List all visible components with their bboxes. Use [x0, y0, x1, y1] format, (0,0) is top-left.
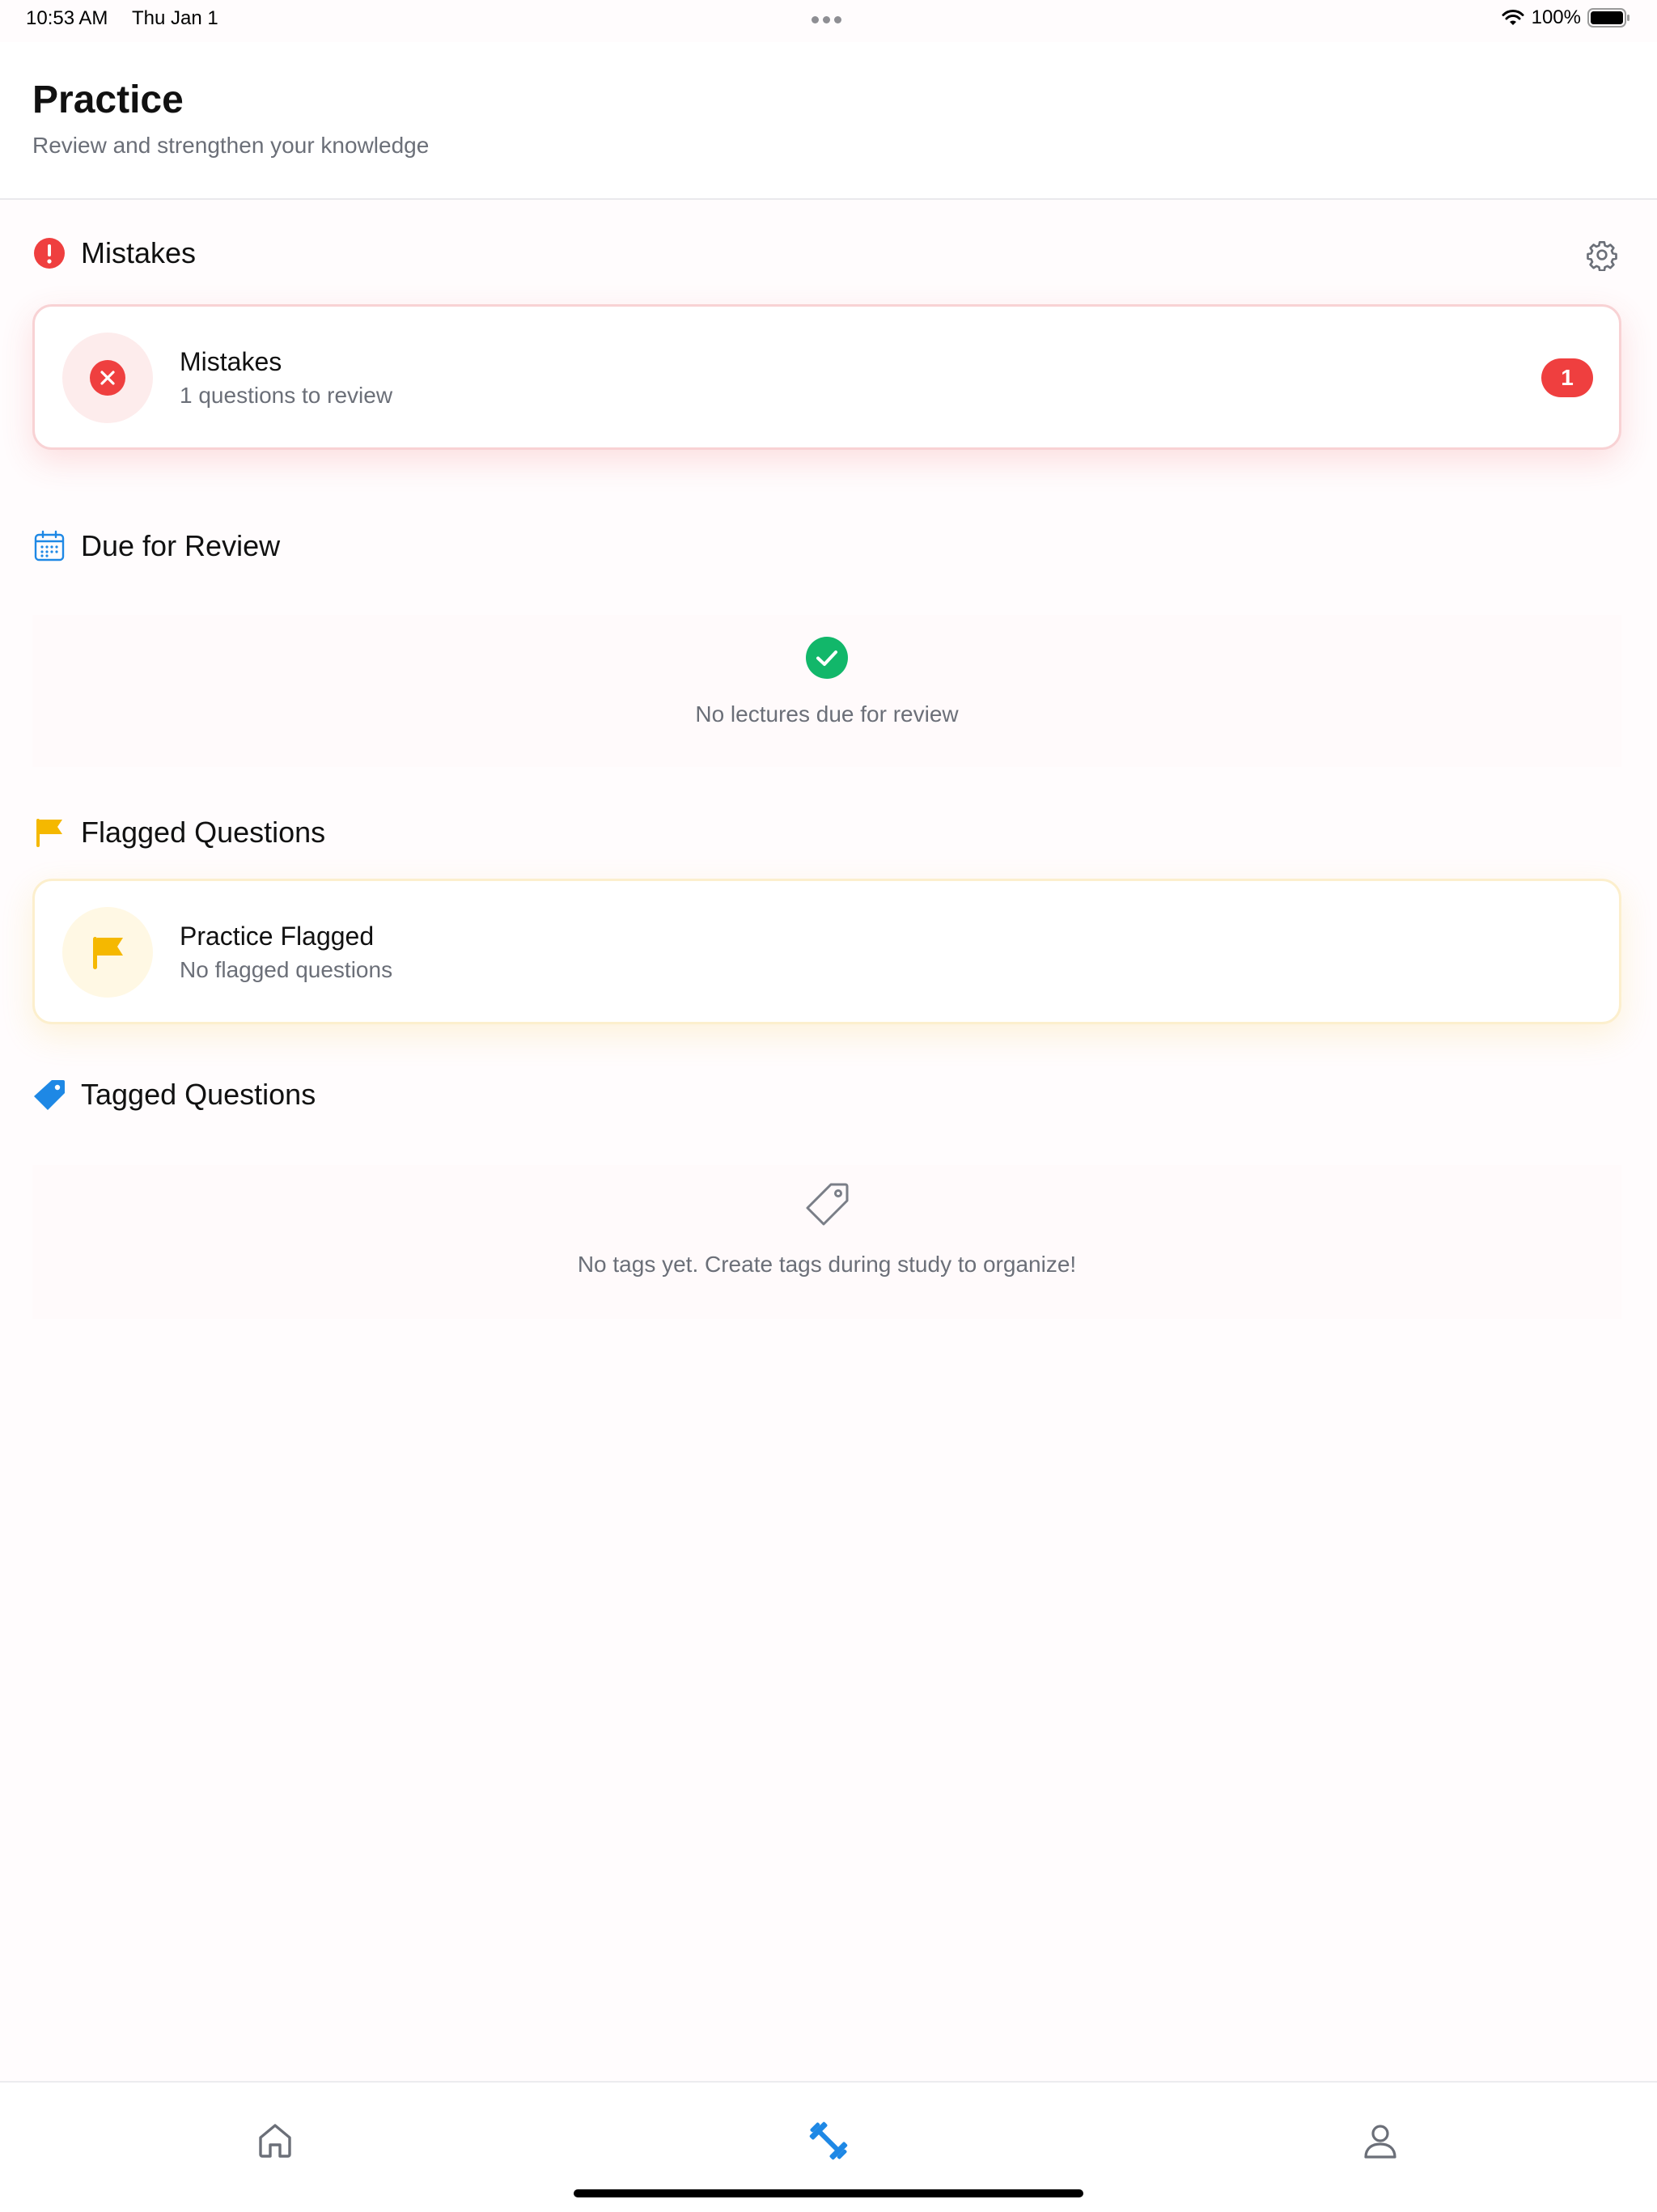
battery-icon: [1587, 8, 1629, 28]
check-circle-icon: [805, 636, 849, 684]
gear-icon: [1587, 241, 1617, 272]
tagged-empty-state: No tags yet. Create tags during study to…: [32, 1165, 1621, 1319]
mistakes-card[interactable]: Mistakes 1 questions to review 1: [32, 304, 1621, 450]
page-title: Practice: [32, 78, 184, 121]
tab-profile[interactable]: [1356, 2117, 1405, 2165]
page-header: Practice Review and strengthen your know…: [0, 42, 1657, 200]
mistakes-card-avatar: [62, 333, 153, 423]
page-subtitle: Review and strengthen your knowledge: [32, 133, 430, 158]
alert-icon: [32, 236, 66, 270]
due-review-section-header: Due for Review: [32, 529, 280, 563]
status-time: 10:53 AM: [26, 7, 108, 29]
tagged-section-header: Tagged Questions: [32, 1078, 316, 1112]
status-bar: 10:53 AM Thu Jan 1 100%: [0, 0, 1657, 42]
tagged-empty-text: No tags yet. Create tags during study to…: [577, 1252, 1077, 1277]
tag-icon: [32, 1078, 66, 1112]
person-icon: [1364, 2125, 1396, 2159]
practice-flagged-title: Practice Flagged: [180, 922, 375, 951]
tab-practice[interactable]: [804, 2117, 853, 2165]
wifi-icon: [1502, 10, 1524, 25]
flag-icon: [93, 937, 123, 969]
due-review-empty-state: No lectures due for review: [32, 615, 1621, 767]
tagged-section-title: Tagged Questions: [81, 1078, 316, 1111]
x-circle-icon: [90, 360, 125, 396]
mistakes-count-badge: 1: [1541, 358, 1593, 397]
mistakes-section-header: Mistakes: [32, 236, 196, 270]
flagged-section-header: Flagged Questions: [32, 816, 325, 850]
tab-home[interactable]: [251, 2117, 299, 2165]
dumbbell-icon: [809, 2121, 848, 2160]
flagged-section-title: Flagged Questions: [81, 816, 326, 849]
practice-flagged-card[interactable]: Practice Flagged No flagged questions: [32, 879, 1621, 1024]
due-review-empty-text: No lectures due for review: [695, 701, 959, 727]
practice-flagged-avatar: [62, 907, 153, 998]
tag-outline-icon: [802, 1180, 852, 1234]
mistakes-card-subtitle: 1 questions to review: [180, 383, 393, 408]
calendar-icon: [32, 529, 66, 563]
settings-button[interactable]: [1586, 239, 1618, 272]
mistakes-card-title: Mistakes: [180, 347, 282, 376]
status-right: 100%: [1501, 6, 1631, 29]
mistakes-section-title: Mistakes: [81, 236, 197, 269]
battery-percent: 100%: [1531, 6, 1581, 28]
home-icon: [259, 2124, 291, 2158]
flag-icon: [32, 816, 66, 850]
practice-flagged-subtitle: No flagged questions: [180, 957, 393, 982]
status-date: Thu Jan 1: [132, 7, 218, 29]
home-indicator[interactable]: [574, 2189, 1083, 2197]
due-review-section-title: Due for Review: [81, 529, 281, 562]
multitasking-dots[interactable]: [812, 16, 841, 23]
